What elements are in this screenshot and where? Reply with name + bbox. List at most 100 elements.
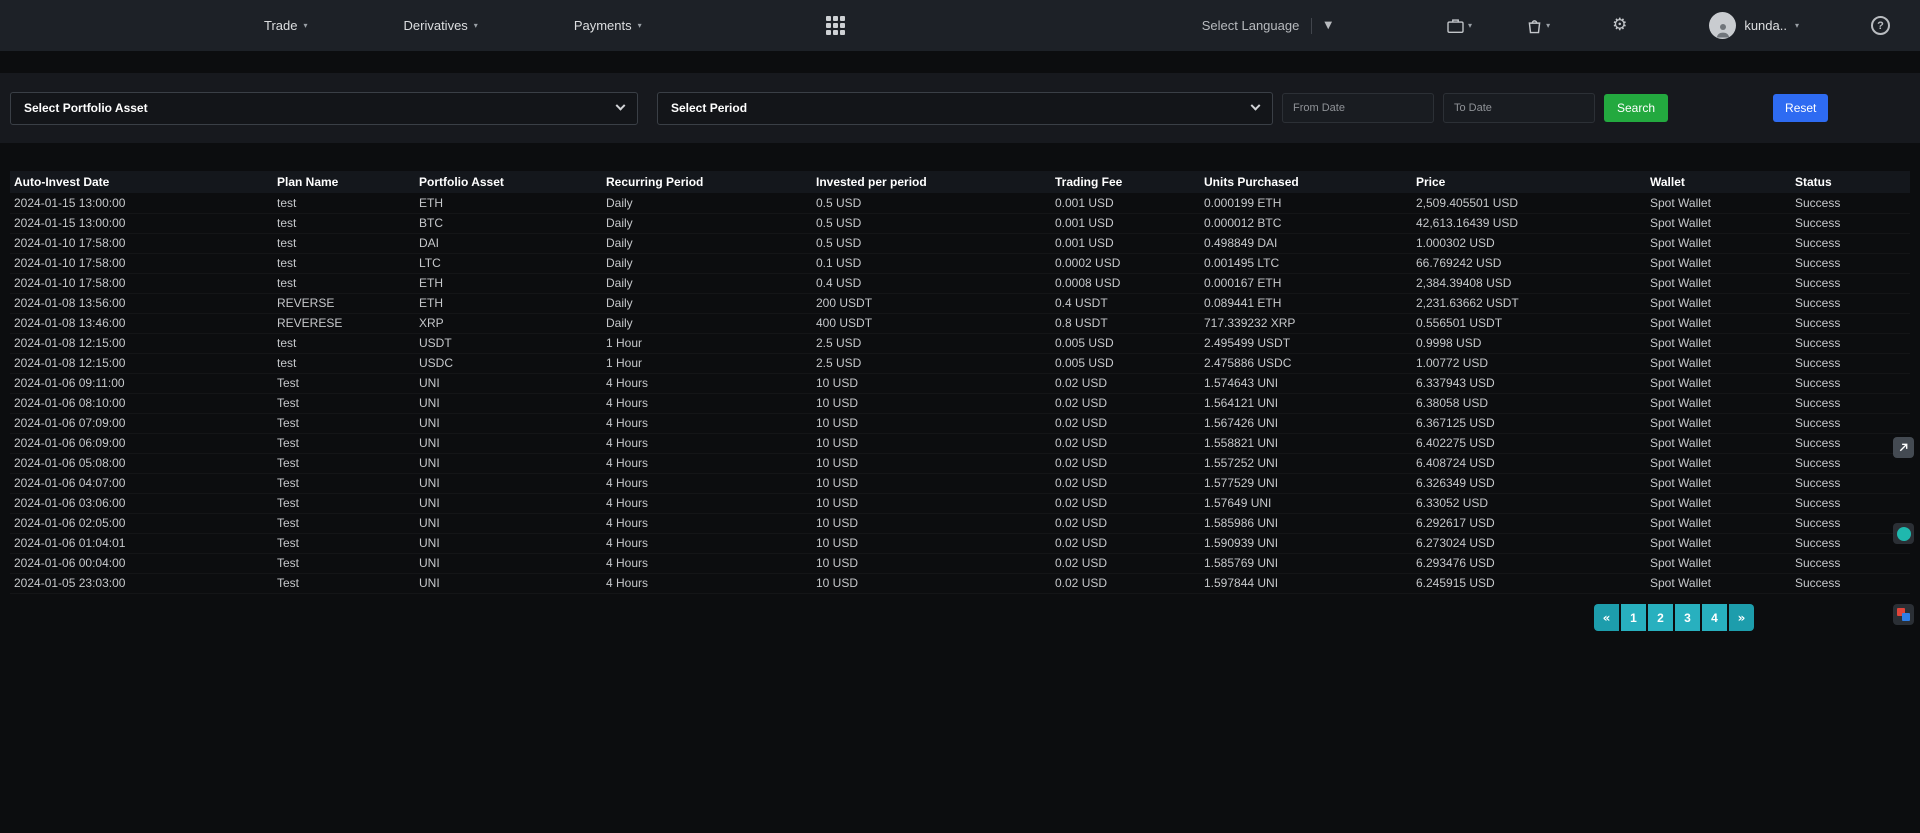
pagination-page-1[interactable]: 1 — [1621, 604, 1646, 631]
apps-grid-icon[interactable] — [826, 16, 845, 35]
table-row: 2024-01-08 13:56:00REVERSEETHDaily200 US… — [10, 293, 1910, 313]
table-cell: 0.9998 USD — [1412, 333, 1646, 353]
portfolio-asset-select-value: Select Portfolio Asset — [24, 101, 148, 115]
portfolio-asset-select[interactable]: Select Portfolio Asset — [10, 92, 638, 125]
pagination-page-2[interactable]: 2 — [1648, 604, 1673, 631]
table-header: Auto-Invest Date Plan Name Portfolio Ass… — [10, 171, 1910, 193]
table-cell: Success — [1791, 273, 1910, 293]
table-cell: test — [273, 333, 415, 353]
table-cell: Spot Wallet — [1646, 553, 1791, 573]
table-cell: 0.02 USD — [1051, 533, 1200, 553]
table-cell: 1.00772 USD — [1412, 353, 1646, 373]
table-cell: 1.590939 UNI — [1200, 533, 1412, 553]
table-cell: UNI — [415, 573, 602, 593]
table-cell: 10 USD — [812, 533, 1051, 553]
table-cell: 0.02 USD — [1051, 413, 1200, 433]
floating-share-icon[interactable] — [1893, 437, 1914, 458]
table-cell: 10 USD — [812, 413, 1051, 433]
table-cell: test — [273, 273, 415, 293]
table-cell: 0.4 USD — [812, 273, 1051, 293]
table-cell: 0.089441 ETH — [1200, 293, 1412, 313]
language-selector[interactable]: Select Language ▼ — [1202, 18, 1332, 34]
table-cell: Spot Wallet — [1646, 333, 1791, 353]
avatar — [1709, 12, 1736, 39]
pagination-page-4[interactable]: 4 — [1702, 604, 1727, 631]
table-cell: 2,231.63662 USDT — [1412, 293, 1646, 313]
pagination-page-3[interactable]: 3 — [1675, 604, 1700, 631]
table-cell: USDT — [415, 333, 602, 353]
table-row: 2024-01-10 17:58:00testDAIDaily0.5 USD0.… — [10, 233, 1910, 253]
table-cell: 2.5 USD — [812, 333, 1051, 353]
table-row: 2024-01-10 17:58:00testETHDaily0.4 USD0.… — [10, 273, 1910, 293]
table-cell: 6.337943 USD — [1412, 373, 1646, 393]
menu-payments[interactable]: Payments ▾ — [574, 18, 642, 33]
table-cell: 2024-01-10 17:58:00 — [10, 253, 273, 273]
table-row: 2024-01-06 07:09:00TestUNI4 Hours10 USD0… — [10, 413, 1910, 433]
table-cell: Spot Wallet — [1646, 453, 1791, 473]
table-cell: 2024-01-10 17:58:00 — [10, 273, 273, 293]
table-row: 2024-01-08 12:15:00testUSDT1 Hour2.5 USD… — [10, 333, 1910, 353]
table-cell: Daily — [602, 293, 812, 313]
help-icon[interactable]: ? — [1871, 16, 1890, 35]
column-header: Wallet — [1646, 171, 1791, 193]
user-menu[interactable]: kunda.. ▾ — [1709, 12, 1799, 39]
auto-invest-history: Auto-Invest Date Plan Name Portfolio Ass… — [10, 171, 1910, 594]
language-label: Select Language — [1202, 18, 1300, 33]
table-cell: Test — [273, 473, 415, 493]
table-cell: UNI — [415, 553, 602, 573]
table-cell: Spot Wallet — [1646, 373, 1791, 393]
column-header: Auto-Invest Date — [10, 171, 273, 193]
orders-menu[interactable]: ▾ — [1527, 18, 1550, 34]
table-cell: 1.567426 UNI — [1200, 413, 1412, 433]
pagination-next-button[interactable]: » — [1729, 604, 1754, 631]
table-cell: UNI — [415, 533, 602, 553]
menu-trade[interactable]: Trade ▾ — [264, 18, 308, 33]
table-cell: 0.02 USD — [1051, 393, 1200, 413]
chat-dot-icon — [1897, 527, 1911, 541]
table-cell: Success — [1791, 373, 1910, 393]
column-header: Invested per period — [812, 171, 1051, 193]
table-cell: USDC — [415, 353, 602, 373]
table-cell: 2024-01-06 01:04:01 — [10, 533, 273, 553]
table-cell: Success — [1791, 553, 1910, 573]
table-row: 2024-01-10 17:58:00testLTCDaily0.1 USD0.… — [10, 253, 1910, 273]
period-select[interactable]: Select Period — [657, 92, 1273, 125]
table-cell: 0.005 USD — [1051, 333, 1200, 353]
table-cell: 2024-01-05 23:03:00 — [10, 573, 273, 593]
column-header: Price — [1412, 171, 1646, 193]
table-cell: 0.8 USDT — [1051, 313, 1200, 333]
table-cell: Success — [1791, 293, 1910, 313]
search-button[interactable]: Search — [1604, 94, 1668, 122]
table-cell: 4 Hours — [602, 373, 812, 393]
to-date-input[interactable] — [1443, 93, 1595, 123]
table-cell: Daily — [602, 193, 812, 213]
from-date-input[interactable] — [1282, 93, 1434, 123]
table-cell: 2024-01-06 07:09:00 — [10, 413, 273, 433]
table-cell: test — [273, 233, 415, 253]
table-cell: 0.1 USD — [812, 253, 1051, 273]
table-cell: ETH — [415, 293, 602, 313]
floating-extension-icon[interactable] — [1893, 604, 1914, 625]
reset-button[interactable]: Reset — [1773, 94, 1828, 122]
floating-chat-icon[interactable] — [1893, 523, 1914, 544]
table-cell: 42,613.16439 USD — [1412, 213, 1646, 233]
table-cell: 10 USD — [812, 393, 1051, 413]
table-cell: 0.000167 ETH — [1200, 273, 1412, 293]
table-cell: 1.558821 UNI — [1200, 433, 1412, 453]
settings-gear-icon[interactable]: ⚙ — [1612, 17, 1627, 34]
table-cell: 0.5 USD — [812, 193, 1051, 213]
table-cell: 0.0008 USD — [1051, 273, 1200, 293]
table-cell: 66.769242 USD — [1412, 253, 1646, 273]
wallet-menu[interactable]: ▾ — [1447, 18, 1472, 33]
pagination-prev-button[interactable]: « — [1594, 604, 1619, 631]
table-cell: 0.556501 USDT — [1412, 313, 1646, 333]
top-navbar: Trade ▾ Derivatives ▾ Payments ▾ Select … — [0, 0, 1920, 51]
table-cell: 1.577529 UNI — [1200, 473, 1412, 493]
menu-derivatives[interactable]: Derivatives ▾ — [404, 18, 478, 33]
pagination: « 1 2 3 4 » — [1594, 604, 1754, 631]
table-cell: XRP — [415, 313, 602, 333]
table-cell: 6.38058 USD — [1412, 393, 1646, 413]
table-cell: 1.585986 UNI — [1200, 513, 1412, 533]
table-row: 2024-01-05 23:03:00TestUNI4 Hours10 USD0… — [10, 573, 1910, 593]
menu-trade-label: Trade — [264, 18, 297, 33]
